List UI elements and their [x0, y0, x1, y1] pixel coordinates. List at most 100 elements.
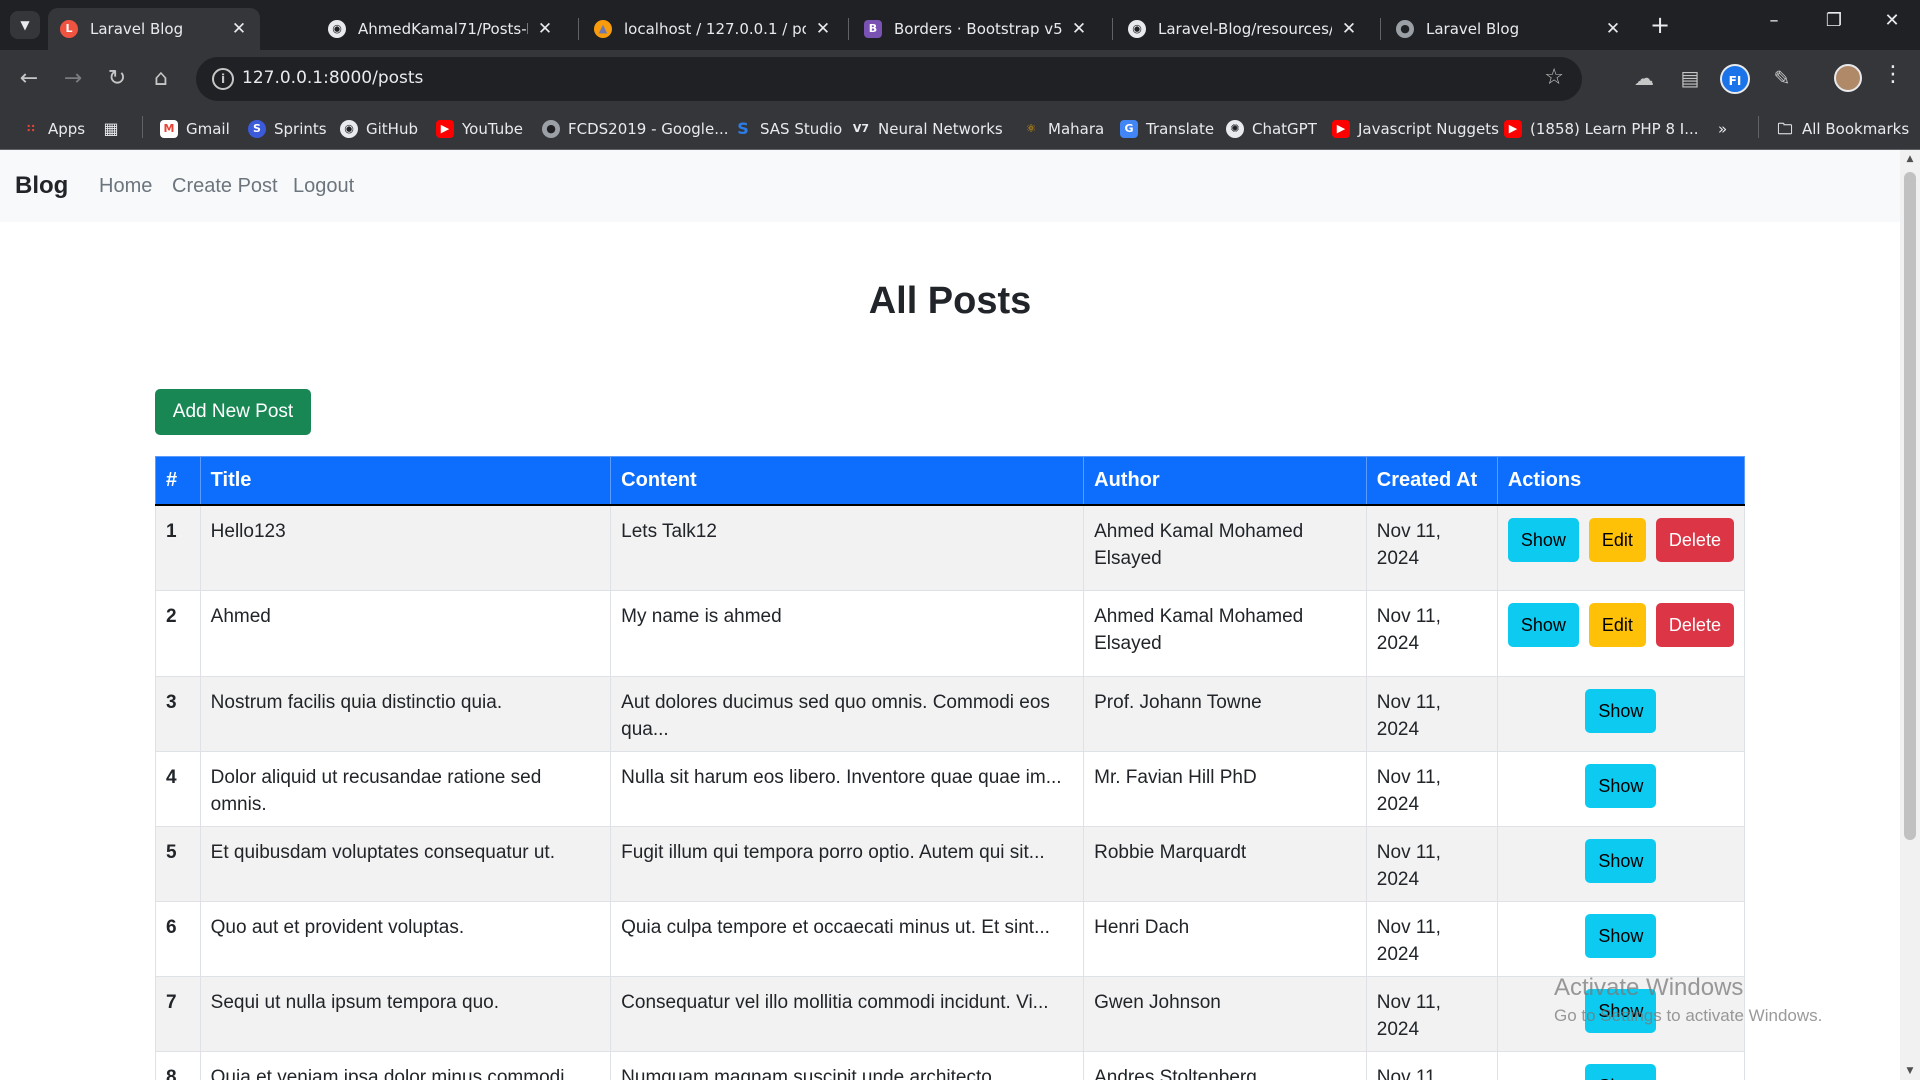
- github-icon: ◉: [1128, 20, 1146, 38]
- url-text[interactable]: 127.0.0.1:8000/posts: [242, 68, 423, 88]
- cell-actions: Show: [1496, 676, 1746, 752]
- show-button[interactable]: Show: [1585, 839, 1657, 883]
- reload-icon[interactable]: ↻: [102, 64, 132, 94]
- bookmark-gmail[interactable]: M Gmail: [160, 116, 230, 142]
- tab-strip: ▼ L Laravel Blog ✕ ◉ AhmedKamal71/Posts-…: [0, 0, 1920, 50]
- bookmark-fcds2019[interactable]: ● FCDS2019 - Google...: [542, 116, 729, 142]
- tab-github-posts-blog[interactable]: ◉ AhmedKamal71/Posts-Blog ✕: [316, 8, 566, 50]
- bookmark-learn-php[interactable]: ▶ (1858) Learn PHP 8 I...: [1504, 116, 1699, 142]
- nav-link-logout[interactable]: Logout: [293, 175, 354, 198]
- back-arrow-icon[interactable]: ←: [14, 64, 44, 94]
- bookmark-star-icon[interactable]: ☆: [1544, 65, 1564, 90]
- forward-arrow-icon[interactable]: →: [58, 64, 88, 94]
- close-icon[interactable]: ✕: [1340, 19, 1358, 39]
- tab-laravel-blog-2[interactable]: ● Laravel Blog ✕: [1384, 8, 1634, 50]
- cell-actions: Show Edit Delete: [1496, 504, 1746, 591]
- cell-title: Nostrum facilis quia distinctio quia.: [199, 676, 612, 752]
- reading-list-icon[interactable]: ▤: [1676, 64, 1704, 92]
- bookmark-javascript-nuggets[interactable]: ▶ Javascript Nuggets: [1332, 116, 1499, 142]
- cell-content: Numquam magnam suscipit unde architecto.: [610, 1051, 1085, 1080]
- delete-button[interactable]: Delete: [1655, 517, 1734, 562]
- address-bar[interactable]: i 127.0.0.1:8000/posts ☆: [196, 57, 1582, 101]
- cell-content: Fugit illum qui tempora porro optio. Aut…: [610, 826, 1085, 902]
- window-close-icon[interactable]: ✕: [1872, 10, 1912, 31]
- restore-icon[interactable]: ❐: [1814, 10, 1854, 31]
- delete-button[interactable]: Delete: [1655, 603, 1734, 647]
- cell-number: 1: [155, 504, 201, 591]
- tab-phpmyadmin[interactable]: ▲ localhost / 127.0.0.1 / posts ✕: [582, 8, 844, 50]
- show-button[interactable]: Show: [1585, 914, 1657, 958]
- bookmarks-overflow-icon[interactable]: »: [1718, 116, 1727, 142]
- show-button[interactable]: Show: [1585, 1064, 1657, 1080]
- close-icon[interactable]: ✕: [536, 19, 554, 39]
- close-icon[interactable]: ✕: [1070, 19, 1088, 39]
- cell-actions: Show: [1496, 976, 1746, 1052]
- cell-number: 8: [155, 1051, 201, 1080]
- close-icon[interactable]: ✕: [814, 19, 832, 39]
- chevron-down-icon: ▼: [20, 18, 30, 32]
- bookmark-github[interactable]: ◉ GitHub: [340, 116, 418, 142]
- page-viewport: Blog Home Create Post Logout All Posts A…: [0, 150, 1900, 1080]
- youtube-icon: ▶: [1332, 120, 1350, 138]
- bookmark-apps[interactable]: ∷ Apps: [22, 116, 85, 142]
- tab-search-button[interactable]: ▼: [10, 11, 40, 39]
- new-tab-plus-icon[interactable]: +: [1650, 12, 1670, 38]
- tab-laravel-blog[interactable]: L Laravel Blog ✕: [48, 8, 260, 50]
- action-group: Show Edit Delete: [1507, 517, 1734, 562]
- cell-actions: Show: [1496, 1051, 1746, 1080]
- incognito-cloud-icon[interactable]: ☁: [1630, 64, 1658, 92]
- extensions-puzzle-icon[interactable]: ✎: [1768, 64, 1796, 92]
- cell-created-at: Nov 11, 2024: [1365, 901, 1498, 977]
- bookmark-neural-networks[interactable]: V7 Neural Networks: [852, 116, 1003, 142]
- table-row: 5 Et quibusdam voluptates consequatur ut…: [155, 826, 1746, 902]
- minimize-icon[interactable]: –: [1754, 10, 1794, 31]
- tab-github-laravel-blog[interactable]: ◉ Laravel-Blog/resources/views ✕: [1116, 8, 1370, 50]
- tab-groups-icon[interactable]: ▦: [102, 116, 128, 142]
- close-icon[interactable]: ✕: [230, 19, 248, 39]
- extension-badge[interactable]: FI: [1720, 64, 1750, 94]
- bookmark-mahara[interactable]: ⚛ Mahara: [1022, 116, 1104, 142]
- bookmark-sas-studio[interactable]: S SAS Studio: [734, 116, 842, 142]
- cell-author: Henri Dach: [1083, 901, 1367, 977]
- scrollbar-thumb[interactable]: [1904, 172, 1916, 840]
- bookmark-divider: [142, 116, 143, 138]
- all-bookmarks-button[interactable]: 🗀 All Bookmarks: [1776, 116, 1909, 142]
- cell-created-at: Nov 11, 2024: [1365, 1051, 1498, 1080]
- page-scrollbar[interactable]: ▲ ▼: [1900, 150, 1920, 1080]
- nav-link-create-post[interactable]: Create Post: [172, 175, 278, 198]
- close-icon[interactable]: ✕: [1604, 19, 1622, 39]
- avatar[interactable]: [1834, 64, 1862, 92]
- scroll-down-arrow-icon[interactable]: ▼: [1904, 1066, 1916, 1076]
- navbar-brand[interactable]: Blog: [15, 172, 68, 200]
- show-button[interactable]: Show: [1585, 764, 1657, 808]
- cell-author: Andres Stoltenberg: [1083, 1051, 1367, 1080]
- bookmark-chatgpt[interactable]: ✺ ChatGPT: [1226, 116, 1317, 142]
- bookmark-sprints[interactable]: S Sprints: [248, 116, 327, 142]
- cell-created-at: Nov 11, 2024: [1365, 826, 1498, 902]
- cell-number: 3: [155, 676, 201, 752]
- bookmark-youtube[interactable]: ▶ YouTube: [436, 116, 523, 142]
- home-icon[interactable]: ⌂: [146, 64, 176, 94]
- more-menu-icon[interactable]: ⋮: [1882, 62, 1904, 87]
- github-icon: ◉: [328, 20, 346, 38]
- header-author: Author: [1083, 456, 1367, 506]
- site-info-icon[interactable]: i: [212, 68, 234, 90]
- edit-button[interactable]: Edit: [1588, 603, 1646, 647]
- cell-created-at: Nov 11, 2024: [1365, 676, 1498, 752]
- cell-created-at: Nov 11, 2024: [1365, 590, 1498, 677]
- table-row: 3 Nostrum facilis quia distinctio quia. …: [155, 676, 1746, 752]
- cell-title: Et quibusdam voluptates consequatur ut.: [199, 826, 612, 902]
- edit-button[interactable]: Edit: [1588, 517, 1646, 562]
- add-new-post-button[interactable]: Add New Post: [155, 389, 311, 435]
- show-button[interactable]: Show: [1585, 989, 1657, 1033]
- tab-bootstrap-borders[interactable]: B Borders · Bootstrap v5.3 ✕: [852, 8, 1100, 50]
- nav-link-home[interactable]: Home: [99, 175, 152, 198]
- scroll-up-arrow-icon[interactable]: ▲: [1904, 154, 1916, 164]
- site-navbar: Blog Home Create Post Logout: [0, 150, 1900, 222]
- cell-number: 4: [155, 751, 201, 827]
- cell-actions: Show: [1496, 901, 1746, 977]
- bookmark-translate[interactable]: G Translate: [1120, 116, 1214, 142]
- show-button[interactable]: Show: [1585, 689, 1657, 733]
- show-button[interactable]: Show: [1507, 517, 1579, 562]
- show-button[interactable]: Show: [1507, 603, 1579, 647]
